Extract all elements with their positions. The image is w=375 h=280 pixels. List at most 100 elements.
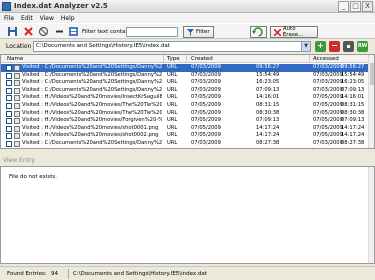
menu-view[interactable]: View <box>40 15 54 22</box>
row-checkbox[interactable] <box>6 65 12 71</box>
auto-erase-button[interactable]: Auto Erase... <box>270 26 318 38</box>
entries-table: Name Type Created Accessed Visited : C:/… <box>0 54 375 149</box>
table-row[interactable]: Visited : C:/Documents%20and%20Settings/… <box>1 72 369 80</box>
row-checkbox[interactable] <box>6 80 12 87</box>
cell-type: URL <box>167 71 178 78</box>
cell-name: Visited : C:/Documents%20and%20Settings/… <box>22 86 162 93</box>
table-scrollbar[interactable] <box>368 55 374 148</box>
location-bar: Location C:\Documents and Settings\Histo… <box>0 39 375 54</box>
cell-created-time: 08:30:38 <box>256 109 280 116</box>
cell-created-time: 16:23:05 <box>256 79 280 86</box>
file-icon <box>14 133 20 140</box>
stop-icon[interactable] <box>38 26 49 37</box>
title-bar: Index.dat Analyzer v2.5 _ □ X <box>0 0 375 13</box>
cell-created-time: 14:17:24 <box>256 132 280 139</box>
add-location-button[interactable]: + <box>315 41 326 52</box>
refresh-list-button[interactable]: RW <box>357 41 368 52</box>
location-value: C:\Documents and Settings\History.IE5\in… <box>36 43 170 49</box>
table-row[interactable]: Visited : H:/Videos%20and%20movies/Insec… <box>1 94 369 102</box>
menu-edit[interactable]: Edit <box>21 15 33 22</box>
cell-type: URL <box>167 79 178 86</box>
column-name[interactable]: Name <box>7 56 23 62</box>
cell-type: URL <box>167 109 178 116</box>
row-checkbox[interactable] <box>6 103 12 109</box>
row-checkbox[interactable] <box>6 87 12 94</box>
cell-accessed-time: 07:09:13 <box>341 117 365 124</box>
file-icon <box>14 72 20 79</box>
cell-type: URL <box>167 64 178 70</box>
row-checkbox[interactable] <box>6 72 12 79</box>
file-icon <box>14 87 20 94</box>
app-icon <box>2 2 11 11</box>
table-row[interactable]: Visited : H:/Videos%20and%20movies/The%2… <box>1 102 369 110</box>
cell-accessed-time: 16:23:05 <box>341 79 365 86</box>
location-label: Location <box>6 43 32 50</box>
scrollbar-thumb[interactable] <box>370 63 374 85</box>
cell-created-time: 07:09:13 <box>256 117 280 124</box>
location-combo[interactable]: C:\Documents and Settings\History.IE5\in… <box>33 41 311 52</box>
minus-icon[interactable] <box>54 26 65 37</box>
table-row[interactable]: Visited : H:/Videos%20and%20movies/Forgi… <box>1 117 369 125</box>
cell-type: URL <box>167 86 178 93</box>
view-entry-text: File do not exists. <box>9 174 58 180</box>
table-row[interactable]: Visited : C:/Documents%20and%20Settings/… <box>1 87 369 95</box>
menu-bar: File Edit View Help <box>0 13 375 23</box>
menu-help[interactable]: Help <box>61 15 75 22</box>
row-checkbox[interactable] <box>6 141 12 147</box>
remove-location-button[interactable]: − <box>329 41 340 52</box>
cell-accessed-time: 14:17:24 <box>341 124 365 131</box>
file-icon <box>14 95 20 102</box>
close-button[interactable]: X <box>362 1 373 12</box>
cell-accessed-time: 09:56:27 <box>341 64 365 70</box>
minimize-button[interactable]: _ <box>338 1 349 12</box>
file-icon <box>14 103 20 109</box>
cell-name: Visited : H:/Videos%20and%20movies/Forgi… <box>22 117 162 124</box>
view-entry-title: View Entry <box>0 157 375 165</box>
cell-created: 07/05/2009 <box>191 117 221 124</box>
row-checkbox[interactable] <box>6 118 12 125</box>
cell-created-time: 08:27:38 <box>256 140 280 146</box>
open-folder-button[interactable]: ▪ <box>343 41 354 52</box>
table-row[interactable]: Visited : C:/Documents%20and%20Settings/… <box>1 79 369 87</box>
properties-icon[interactable] <box>68 26 79 37</box>
file-icon <box>14 110 20 117</box>
refresh-button[interactable] <box>250 26 267 38</box>
column-created[interactable]: Created <box>191 56 213 62</box>
row-checkbox[interactable] <box>6 133 12 140</box>
cell-accessed-time: 14:16:01 <box>341 94 365 101</box>
column-accessed[interactable]: Accessed <box>313 56 339 62</box>
file-icon <box>14 125 20 132</box>
table-row[interactable]: Visited : H:/Videos%20and%20movies/The%2… <box>1 110 369 118</box>
file-icon <box>14 65 20 71</box>
dropdown-arrow-icon[interactable]: ▼ <box>301 42 310 51</box>
cell-name: Visited : C:/Documents%20and%20Settings/… <box>22 79 162 86</box>
row-checkbox[interactable] <box>6 125 12 132</box>
found-entries-count: 94 <box>51 271 58 277</box>
cell-created: 07/05/2009 <box>191 109 221 116</box>
row-checkbox[interactable] <box>6 110 12 117</box>
table-row[interactable]: Visited : H:/Videos%20and%20movies/shot0… <box>1 132 369 140</box>
column-type[interactable]: Type <box>167 56 180 62</box>
table-row[interactable]: Visited : H:/Videos%20and%20movies/shot0… <box>1 125 369 133</box>
cell-accessed-time: 08:31:15 <box>341 102 365 108</box>
maximize-button[interactable]: □ <box>350 1 361 12</box>
table-row[interactable]: Visited : C:/Documents%20and%20Settings/… <box>1 64 369 72</box>
row-checkbox[interactable] <box>6 95 12 102</box>
cell-created-time: 15:54:49 <box>256 71 280 78</box>
filter-button[interactable]: Filter <box>183 26 214 38</box>
cell-created: 07/05/2009 <box>191 102 221 108</box>
file-icon <box>14 80 20 87</box>
delete-icon[interactable] <box>23 26 34 37</box>
cell-type: URL <box>167 132 178 139</box>
table-header: Name Type Created Accessed <box>1 55 374 63</box>
filter-input[interactable] <box>126 27 178 37</box>
table-row[interactable]: Visited : C:/Documents%20and%20Settings/… <box>1 140 369 148</box>
cell-created-time: 09:56:27 <box>256 64 280 70</box>
cell-type: URL <box>167 117 178 124</box>
menu-file[interactable]: File <box>4 15 14 22</box>
cell-created: 07/05/2009 <box>191 124 221 131</box>
save-icon[interactable] <box>7 26 18 37</box>
cell-created: 07/03/2009 <box>191 140 221 146</box>
view-entry-scrollbar[interactable] <box>368 167 374 263</box>
cell-name: Visited : H:/Videos%20and%20movies/The%2… <box>22 109 162 116</box>
